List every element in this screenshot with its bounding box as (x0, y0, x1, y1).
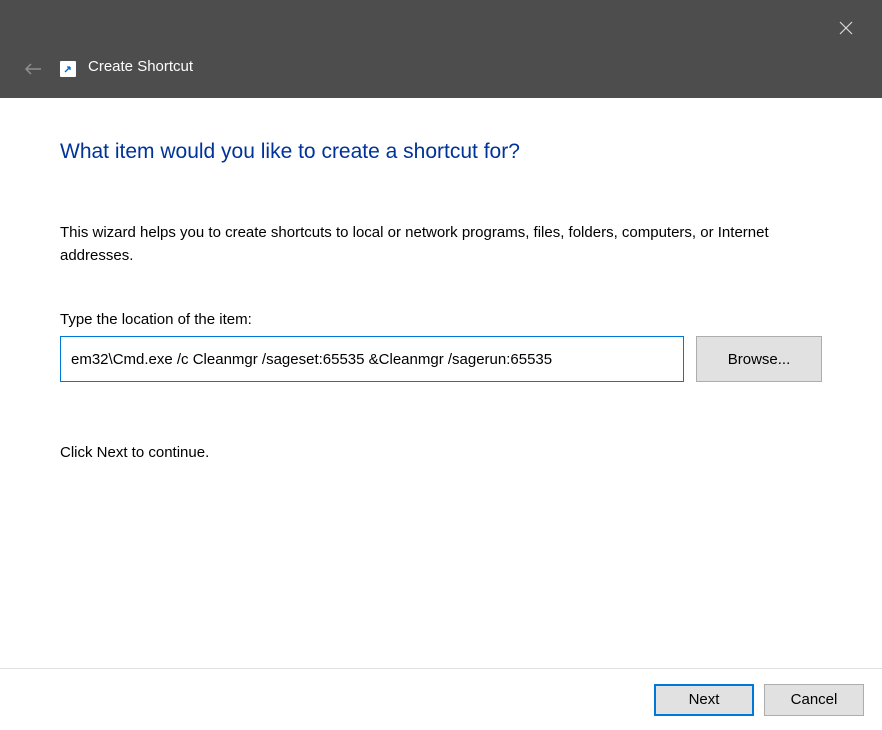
location-label: Type the location of the item: (60, 311, 822, 328)
shortcut-icon (60, 61, 76, 77)
close-icon (839, 21, 853, 35)
window-title: Create Shortcut (88, 58, 193, 75)
cancel-button[interactable]: Cancel (764, 684, 864, 716)
wizard-footer: Next Cancel (0, 668, 882, 730)
back-button (22, 58, 44, 80)
back-arrow-icon (24, 62, 42, 76)
titlebar: Create Shortcut (0, 0, 882, 98)
continue-text: Click Next to continue. (60, 444, 822, 461)
browse-button[interactable]: Browse... (696, 336, 822, 382)
close-button[interactable] (828, 10, 864, 46)
wizard-content: What item would you like to create a sho… (0, 98, 882, 668)
wizard-heading: What item would you like to create a sho… (60, 140, 822, 164)
wizard-description: This wizard helps you to create shortcut… (60, 222, 822, 267)
location-input[interactable] (60, 336, 684, 382)
next-button[interactable]: Next (654, 684, 754, 716)
input-row: Browse... (60, 336, 822, 382)
